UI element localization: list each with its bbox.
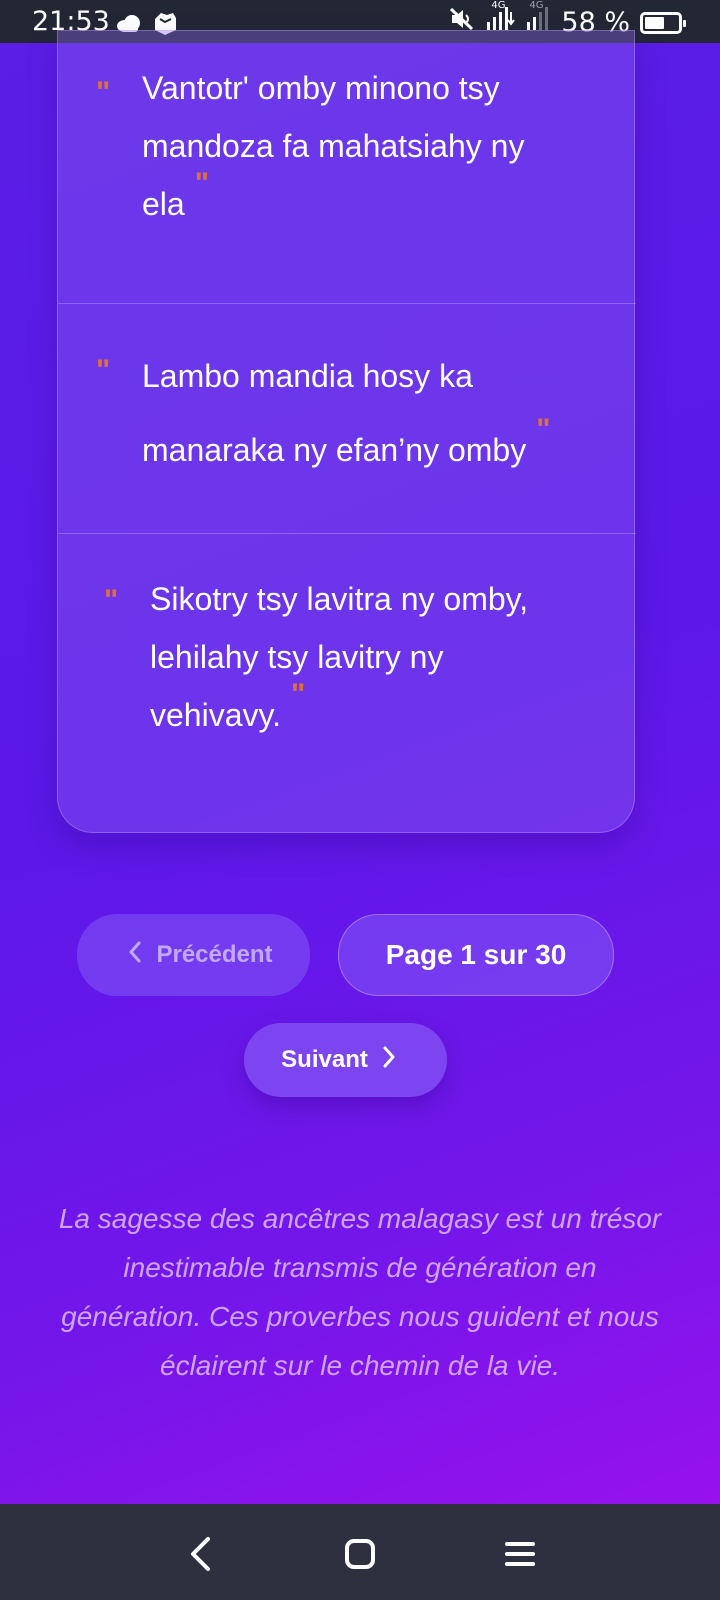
quote-close-icon: " xyxy=(291,678,305,711)
quote-close-icon: " xyxy=(194,167,209,200)
page-indicator: Page 1 sur 30 xyxy=(338,914,614,996)
quote-close-icon: " xyxy=(536,413,550,446)
home-icon[interactable] xyxy=(340,1534,380,1574)
quote-open-icon: " xyxy=(96,354,110,387)
proverbs-card: " Vantotr' omby minono tsy mandoza fa ma… xyxy=(57,30,636,834)
proverb-item: " Vantotr' omby minono tsy mandoza fa ma… xyxy=(58,31,636,304)
navigation-bar xyxy=(0,1504,720,1600)
battery-fill xyxy=(645,16,664,29)
next-label: Suivant xyxy=(281,1046,368,1073)
menu-icon[interactable] xyxy=(500,1534,540,1574)
proverb-text: Sikotry tsy lavitra ny omby, lehilahy ts… xyxy=(150,581,529,733)
previous-label: Précédent xyxy=(156,941,273,968)
chevron-right-icon xyxy=(382,1046,396,1075)
back-icon[interactable] xyxy=(180,1534,220,1574)
proverb-item: " Lambo mandia hosy ka manaraka ny efan’… xyxy=(58,304,636,534)
quote-open-icon: " xyxy=(96,76,110,109)
proverb-item: " Sikotry tsy lavitra ny omby, lehilahy … xyxy=(58,534,636,834)
page-label: Page 1 sur 30 xyxy=(385,939,567,970)
chevron-left-icon xyxy=(128,941,142,970)
footer-text: La sagesse des ancêtres malagasy est un … xyxy=(58,1203,662,1381)
quote-open-icon: " xyxy=(104,584,118,617)
previous-button[interactable]: Précédent xyxy=(77,914,310,996)
next-button[interactable]: Suivant xyxy=(244,1023,447,1097)
proverb-text: Lambo mandia hosy ka manaraka ny efan’ny… xyxy=(142,358,527,468)
battery-icon xyxy=(640,11,686,34)
